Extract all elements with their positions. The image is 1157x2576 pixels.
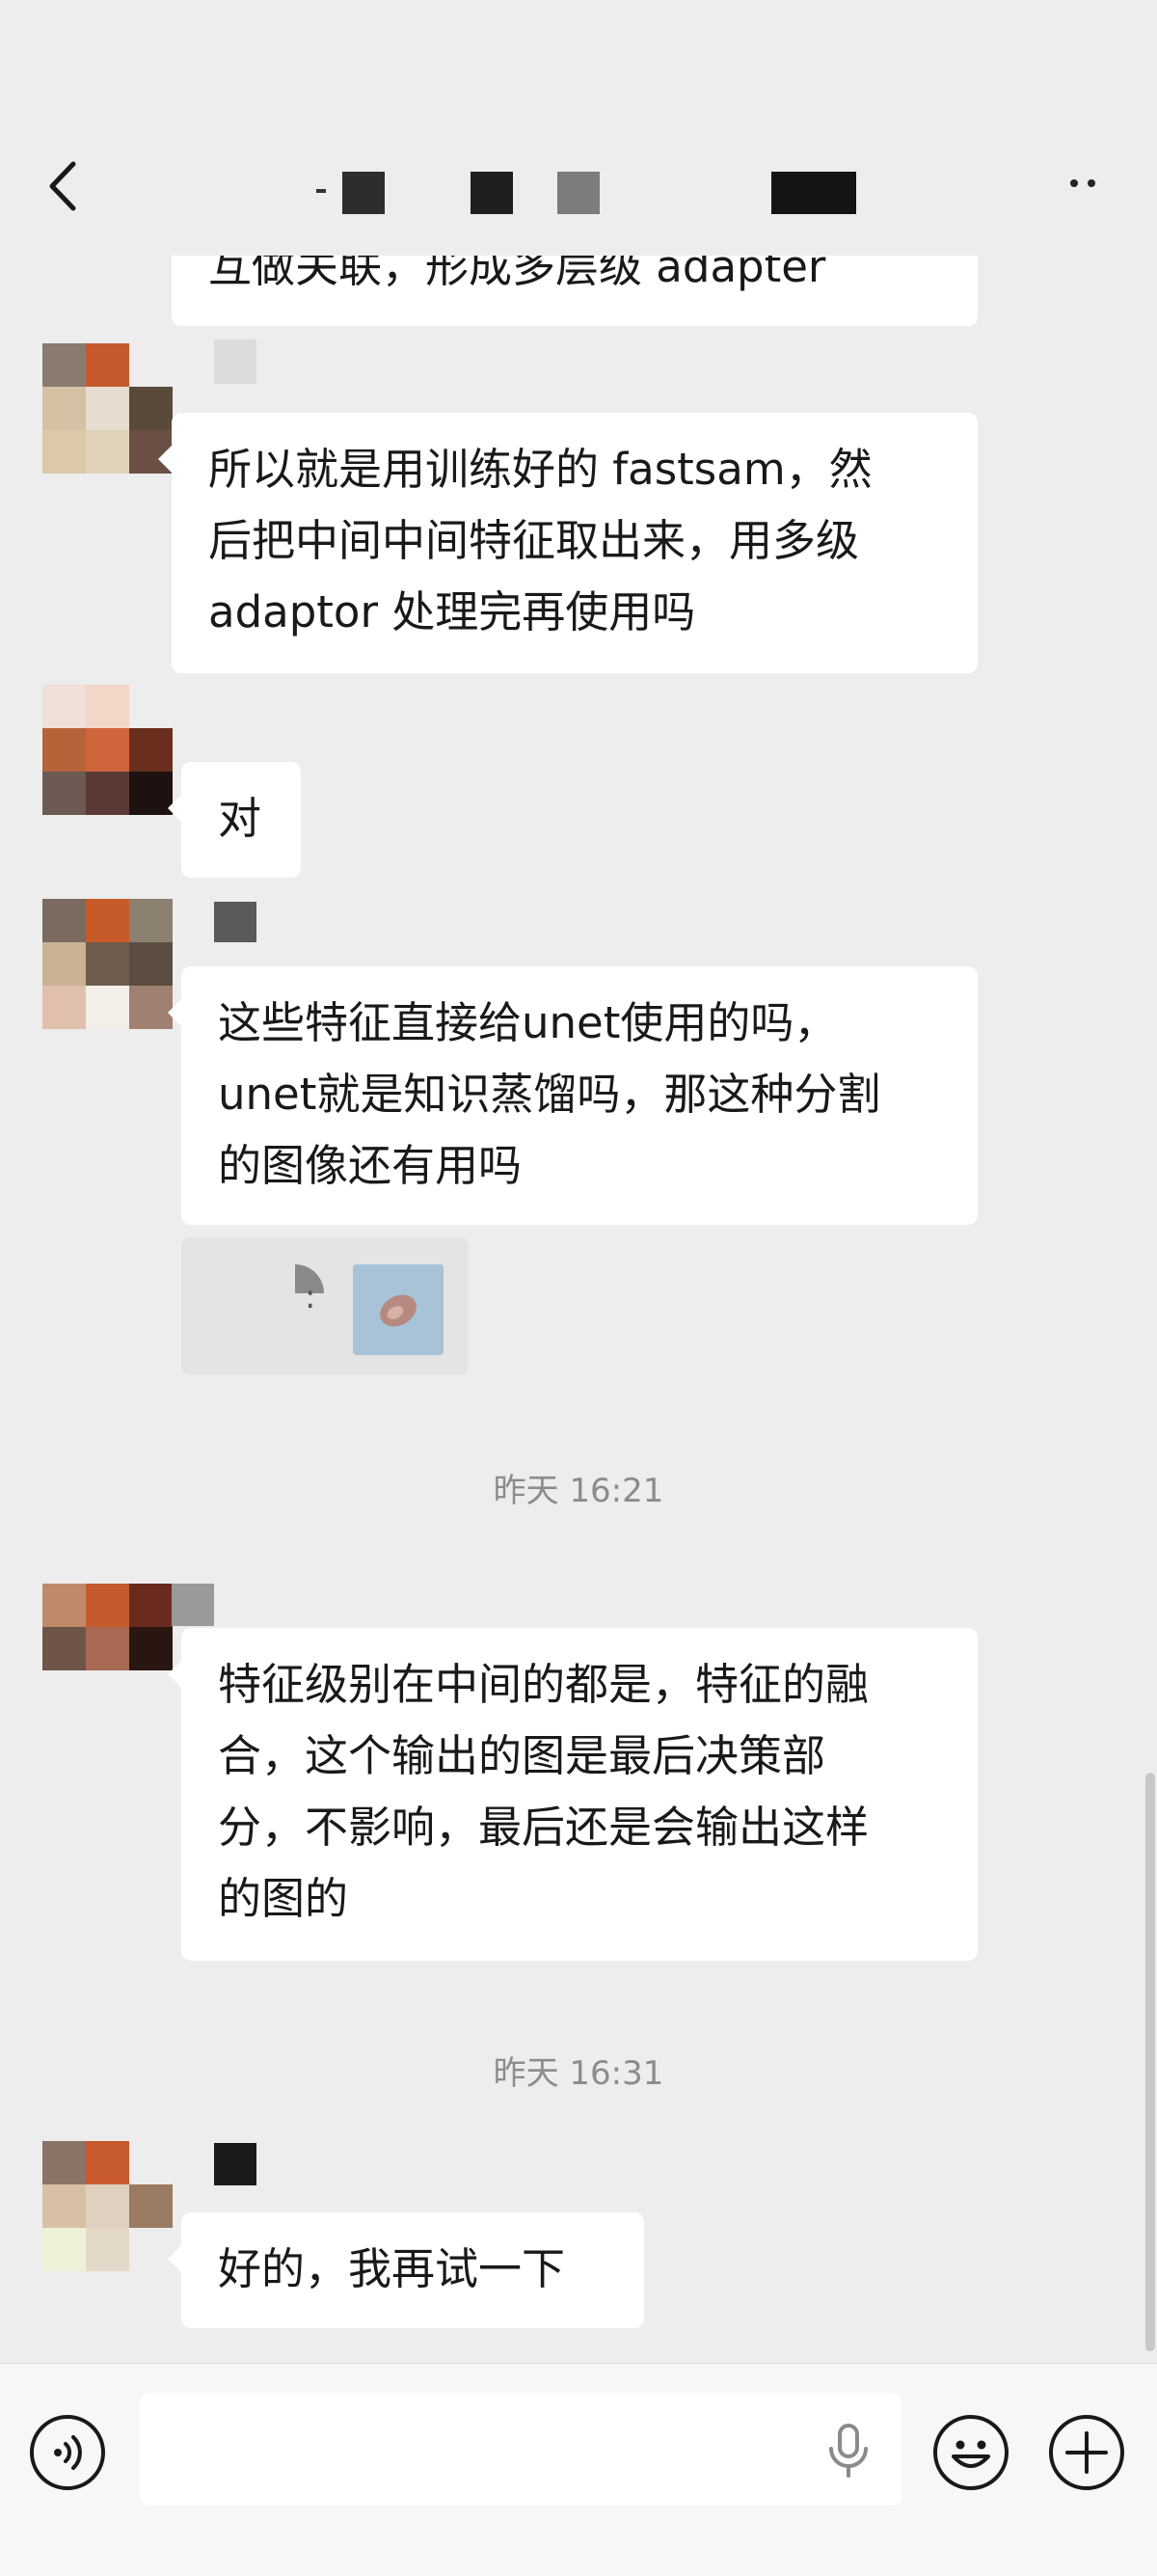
message-text: 分，不影响，最后还是会输出这样 xyxy=(218,1802,870,1853)
message-text: 的图的 xyxy=(218,1873,349,1924)
timestamp: 昨天 16:21 xyxy=(493,1472,664,1510)
message-text: 特征级别在中间的都是，特征的融 xyxy=(218,1659,870,1710)
title-redaction xyxy=(557,172,600,214)
message-text: 这些特征直接给unet使用的吗， xyxy=(218,997,838,1048)
title-redaction xyxy=(316,189,326,193)
message-text: 所以就是用训练好的 fastsam，然 xyxy=(208,444,873,495)
message-text: 对 xyxy=(218,793,262,844)
scrollbar[interactable] xyxy=(1145,1773,1155,2351)
emoji-button[interactable] xyxy=(932,2414,1009,2491)
microphone-icon[interactable] xyxy=(820,2420,877,2480)
chat-header xyxy=(0,0,1157,256)
sender-name-redacted xyxy=(214,2143,256,2185)
message-text: adaptor 处理完再使用吗 xyxy=(208,586,696,637)
avatar[interactable] xyxy=(42,343,173,474)
chat-history[interactable]: 互做关联，形成多层级 adapter 所以就是用训练好的 fastsam，然 后… xyxy=(0,0,1157,2363)
message-bubble[interactable]: 对 xyxy=(168,762,301,878)
image-thumbnail[interactable] xyxy=(353,1264,444,1355)
avatar[interactable] xyxy=(42,685,173,815)
sender-name-redacted xyxy=(214,902,256,942)
message-bubble[interactable]: 这些特征直接给unet使用的吗， unet就是知识蒸馏吗，那这种分割 的图像还有… xyxy=(168,966,978,1225)
message-input[interactable] xyxy=(140,2393,901,2506)
quoted-image-reply[interactable]: : xyxy=(181,1237,469,1374)
more-dots-icon xyxy=(1088,179,1095,187)
avatar[interactable] xyxy=(42,1584,173,1714)
message-text: 的图像还有用吗 xyxy=(218,1140,523,1191)
emoji-icon xyxy=(933,2415,1009,2490)
title-redaction xyxy=(771,172,856,214)
sender-name-redacted xyxy=(172,1584,214,1626)
message-text: unet就是知识蒸馏吗，那这种分割 xyxy=(218,1069,881,1120)
timestamp: 昨天 16:31 xyxy=(493,2054,664,2093)
message-text: 合，这个输出的图是最后决策部 xyxy=(218,1730,826,1781)
message-bubble[interactable]: 好的，我再试一下 xyxy=(168,2212,644,2328)
input-bar xyxy=(0,2363,1157,2576)
sender-name-redacted xyxy=(214,339,256,384)
more-dots-icon xyxy=(1070,179,1078,187)
title-redaction xyxy=(471,172,513,214)
back-arrow-icon xyxy=(49,161,76,211)
voice-button[interactable] xyxy=(29,2414,106,2491)
title-redaction xyxy=(342,172,385,214)
more-options-button[interactable] xyxy=(1061,162,1109,201)
avatar[interactable] xyxy=(42,2141,173,2271)
quoted-sender-avatar xyxy=(266,1264,324,1322)
message-bubble[interactable]: 所以就是用训练好的 fastsam，然 后把中间中间特征取出来，用多级 adap… xyxy=(158,413,978,673)
voice-icon xyxy=(30,2415,105,2490)
message-text: 好的，我再试一下 xyxy=(218,2243,566,2294)
avatar[interactable] xyxy=(42,899,173,1029)
message-text: 后把中间中间特征取出来，用多级 xyxy=(208,515,860,566)
message-bubble[interactable]: 特征级别在中间的都是，特征的融 合，这个输出的图是最后决策部 分，不影响，最后还… xyxy=(168,1628,978,1961)
more-functions-button[interactable] xyxy=(1048,2414,1125,2491)
image-thumbnail-graphic xyxy=(353,1264,444,1355)
quote-separator: : xyxy=(305,1278,316,1316)
back-button[interactable] xyxy=(42,152,91,220)
plus-icon xyxy=(1049,2415,1124,2490)
